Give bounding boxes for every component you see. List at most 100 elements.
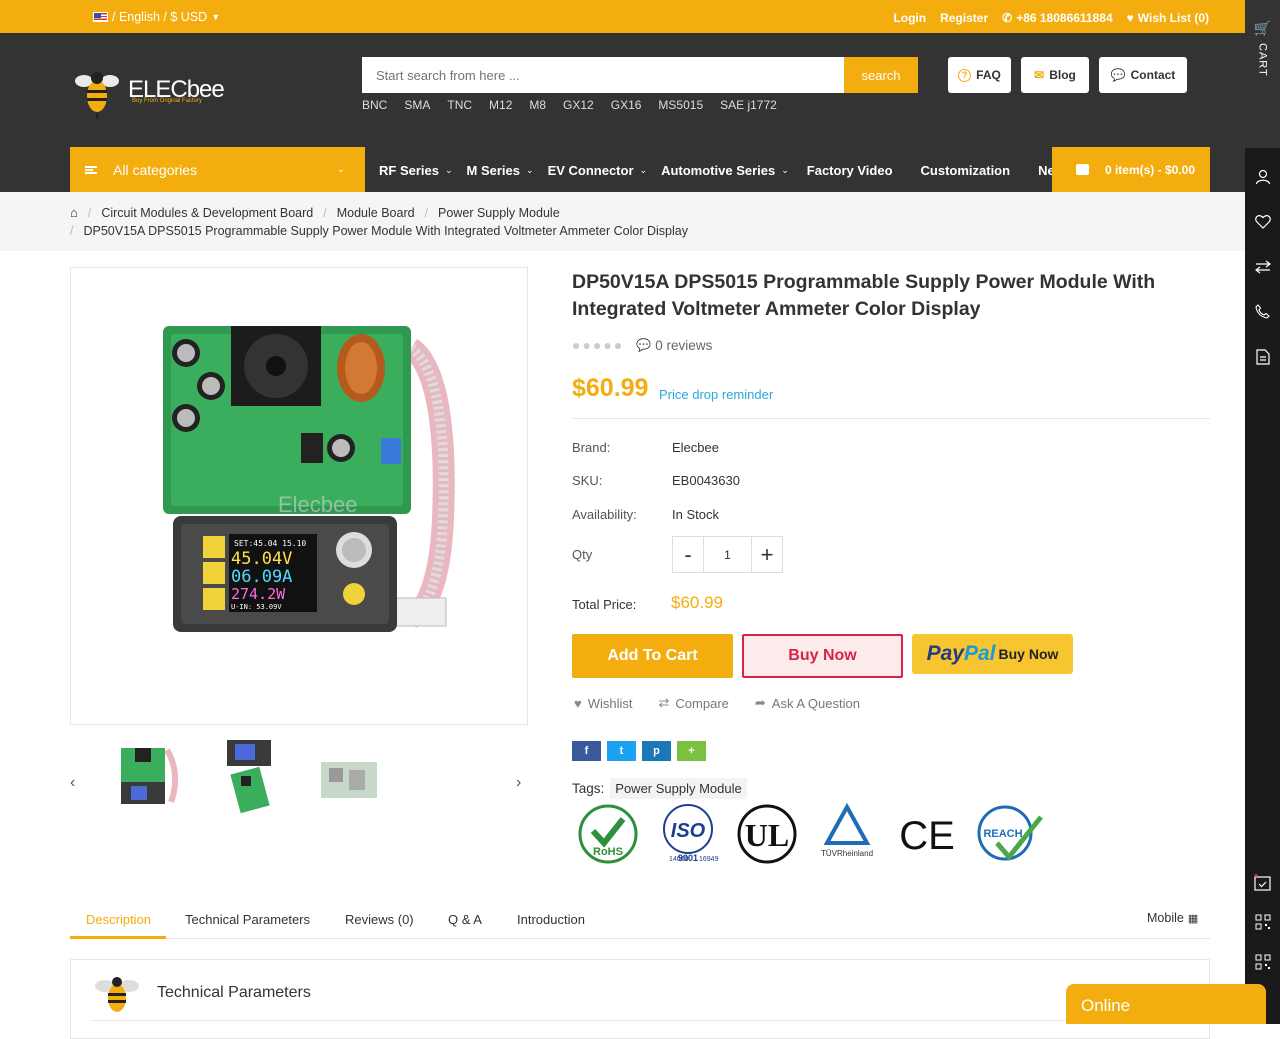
add-to-cart-button[interactable]: Add To Cart (572, 634, 733, 678)
quick-link[interactable]: M8 (529, 98, 546, 112)
header-cart-button[interactable]: 0 item(s) - $0.00 (1052, 147, 1210, 192)
reviews-link[interactable]: 💬 0 reviews (636, 338, 712, 353)
document-icon[interactable] (1253, 347, 1272, 366)
chevron-left-icon[interactable]: ‹ (70, 774, 75, 792)
logo-tagline: Buy From Original Factory (132, 98, 203, 104)
qty-label: Qty (572, 547, 593, 562)
language-currency-selector[interactable]: / English / $ USD ▼ (93, 10, 220, 24)
nav-item-rf-series[interactable]: RF Series ⌄ (379, 163, 453, 178)
nav-label: Factory Video (806, 163, 893, 178)
phone-link[interactable]: ✆ +86 18086611884 (1002, 11, 1113, 25)
tag-link[interactable]: Power Supply Module (610, 778, 747, 799)
quick-link[interactable]: GX16 (611, 98, 642, 112)
price-drop-reminder-link[interactable]: Price drop reminder (659, 387, 773, 402)
compare-button[interactable]: ⇄ Compare (659, 695, 729, 711)
wishlist-label: Wishlist (587, 695, 633, 711)
quick-link[interactable]: SAE j1772 (720, 98, 777, 112)
divider (91, 1020, 1191, 1021)
brand-value[interactable]: Elecbee (672, 440, 719, 455)
quick-links: BNC SMA TNC M12 M8 GX12 GX16 MS5015 SAE … (362, 98, 794, 112)
star-icon: ● (572, 337, 581, 353)
login-link[interactable]: Login (893, 11, 926, 25)
search-button[interactable]: search (844, 57, 918, 93)
quick-link[interactable]: TNC (447, 98, 472, 112)
thumbnail-image[interactable] (215, 736, 285, 824)
qr-code-icon[interactable] (1253, 952, 1272, 971)
qty-input[interactable]: 1 (704, 537, 751, 572)
envelope-icon: ✉ (1034, 68, 1045, 82)
twitter-share-icon[interactable]: t (607, 741, 636, 761)
rohs-badge: RoHS (578, 804, 638, 864)
phone-icon: ✆ (1002, 11, 1013, 25)
user-icon[interactable] (1253, 167, 1272, 186)
tab-technical-parameters[interactable]: Technical Parameters (185, 912, 310, 927)
nav-item-m-series[interactable]: M Series ⌄ (467, 163, 534, 178)
qty-decrease-button[interactable]: - (673, 537, 704, 572)
divider (572, 418, 1210, 419)
tab-qa[interactable]: Q & A (448, 912, 482, 927)
facebook-share-icon[interactable]: f (572, 741, 601, 761)
phone-number: +86 18086611884 (1016, 11, 1113, 25)
power-module-image: SET:45.04 15.10 45.04V 06.09A 274.2W U-I… (163, 326, 455, 632)
cart-icon: 🛒 (1253, 20, 1272, 36)
cart-summary: 0 item(s) - $0.00 (1104, 162, 1195, 177)
contact-button[interactable]: 💬 Contact (1099, 57, 1187, 93)
quick-link[interactable]: GX12 (563, 98, 594, 112)
availability-label: Availability: (572, 507, 637, 522)
breadcrumb-link[interactable]: Module Board (337, 206, 415, 220)
quick-link[interactable]: BNC (362, 98, 387, 112)
thumbnail-image[interactable] (115, 736, 185, 824)
ask-question-button[interactable]: ➦ Ask A Question (755, 695, 860, 711)
sidebar-cart[interactable]: 🛒 CART (1245, 0, 1280, 148)
thumbnail-image[interactable] (315, 736, 385, 824)
breadcrumb: ⌂ / Circuit Modules & Development Board … (0, 192, 1245, 251)
paypal-buy-now-button[interactable]: PayPal Buy Now (912, 634, 1073, 674)
elecbee-logo[interactable]: ELECbee Buy From Original Factory (70, 70, 240, 120)
tab-reviews[interactable]: Reviews (0) (345, 912, 414, 927)
breadcrumb-link[interactable]: Circuit Modules & Development Board (101, 206, 313, 220)
nav-item-automotive-series[interactable]: Automotive Series ⌄ (661, 163, 789, 178)
qty-increase-button[interactable]: + (751, 537, 782, 572)
wishlist-link[interactable]: ♥ Wish List (0) (1127, 11, 1209, 25)
wishlist-button[interactable]: ♥ Wishlist (574, 695, 633, 711)
phone-outline-icon[interactable] (1253, 302, 1272, 321)
nav-item-ev-connector[interactable]: EV Connector ⌄ (548, 163, 648, 178)
chevron-right-icon[interactable]: › (516, 774, 521, 792)
calendar-check-icon[interactable] (1253, 873, 1272, 892)
active-tab-underline (70, 936, 166, 939)
faq-button[interactable]: ? FAQ (948, 57, 1011, 93)
display-input: U-IN: 53.09V (231, 603, 282, 611)
thumbnail-carousel: ‹ › (70, 736, 528, 824)
heart-outline-icon[interactable] (1253, 212, 1272, 231)
star-icon: ● (603, 337, 612, 353)
nav-item-customization[interactable]: Customization (921, 163, 1011, 178)
tab-introduction[interactable]: Introduction (517, 912, 585, 927)
pinterest-share-icon[interactable]: p (642, 741, 671, 761)
quick-link[interactable]: M12 (489, 98, 512, 112)
mobile-qr-link[interactable]: Mobile ▦ (1147, 911, 1198, 925)
buy-now-button[interactable]: Buy Now (742, 634, 903, 678)
nav-item-factory-video[interactable]: Factory Video (807, 163, 893, 178)
search-input[interactable] (362, 57, 844, 93)
all-categories-menu[interactable]: All categories ⌄ (70, 147, 365, 192)
quick-link[interactable]: SMA (404, 98, 430, 112)
share-arrow-icon: ➦ (754, 695, 766, 710)
star-icon: ● (582, 337, 591, 353)
more-share-icon[interactable]: + (677, 741, 706, 761)
search-bar: search (362, 57, 918, 93)
caret-down-icon: ▼ (211, 12, 221, 22)
ul-badge: UL (737, 804, 797, 864)
paypal-pal-text: Pal (963, 642, 996, 665)
tab-description[interactable]: Description (86, 912, 151, 927)
blog-button[interactable]: ✉ Blog (1021, 57, 1089, 93)
register-link[interactable]: Register (940, 11, 988, 25)
breadcrumb-link[interactable]: Power Supply Module (438, 206, 560, 220)
qr-code-icon[interactable] (1253, 912, 1272, 931)
nav-label: Customization (920, 163, 1011, 178)
right-toolbar: 🛒 CART (1245, 0, 1280, 1024)
online-chat-widget[interactable]: Online (1066, 984, 1266, 1024)
compare-arrows-icon[interactable] (1253, 257, 1272, 276)
home-icon[interactable]: ⌂ (70, 205, 78, 220)
product-main-image[interactable]: SET:45.04 15.10 45.04V 06.09A 274.2W U-I… (70, 267, 528, 725)
quick-link[interactable]: MS5015 (658, 98, 703, 112)
